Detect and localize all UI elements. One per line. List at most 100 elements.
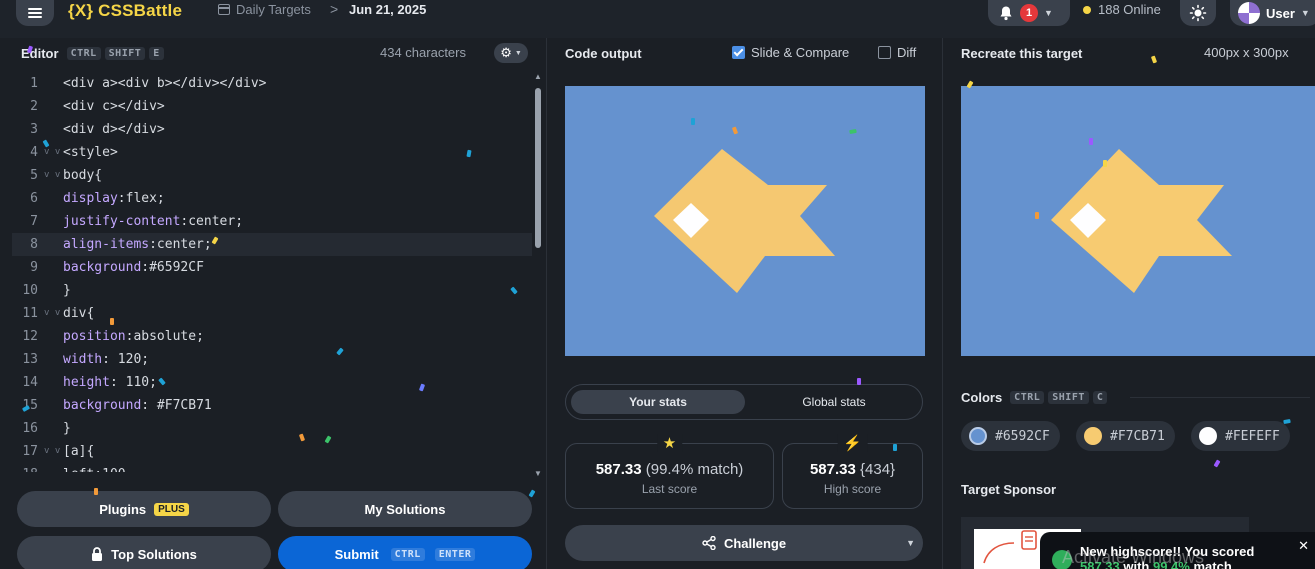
code-line[interactable]: 11 v v div{ <box>12 302 532 325</box>
star-icon: ★ <box>656 434 683 452</box>
editor-scrollbar[interactable]: ▲ ▼ <box>534 72 542 478</box>
theme-toggle-button[interactable] <box>1180 0 1216 26</box>
logo[interactable]: {X} CSSBattle <box>68 1 182 21</box>
my-solutions-button[interactable]: My Solutions <box>278 491 532 527</box>
line-number: 8 <box>30 237 38 252</box>
scroll-up-icon[interactable]: ▲ <box>534 72 542 81</box>
fold-chevron-icon[interactable]: v v <box>38 141 63 164</box>
fold-chevron-icon[interactable]: v v <box>38 164 63 187</box>
lightning-icon: ⚡ <box>837 434 868 452</box>
code-line[interactable]: 16} <box>12 417 532 440</box>
color-chip-2[interactable]: #F7CB71 <box>1076 421 1175 451</box>
chevron-down-icon[interactable]: ▼ <box>906 538 915 548</box>
diff-toggle[interactable]: Diff <box>878 45 916 60</box>
editor-title: Editor <box>21 45 59 61</box>
code-editor[interactable]: 1 <div a><div b></div></div> 2 <div c></div… <box>12 72 532 472</box>
calendar-icon <box>218 4 230 15</box>
confetti-piece <box>1213 459 1221 468</box>
code-line[interactable]: 17 v v [a]{ <box>12 440 532 463</box>
scroll-down-icon[interactable]: ▼ <box>534 469 542 478</box>
code-line[interactable]: 18 left:100 <box>12 463 532 472</box>
confetti-piece <box>1150 55 1158 64</box>
challenge-button[interactable]: Challenge ▼ <box>565 525 923 561</box>
code-line[interactable]: 14 height: 110; <box>12 371 532 394</box>
editor-header: Editor CTRL SHIFT E <box>21 38 164 68</box>
code-output-canvas[interactable] <box>565 86 925 356</box>
code-line[interactable]: 3 <div d></div> <box>12 118 532 141</box>
high-score-label: High score <box>823 482 882 496</box>
target-image[interactable] <box>961 86 1315 356</box>
editor-settings-button[interactable]: ⚙ ▼ <box>494 43 528 63</box>
target-size: 400px x 300px <box>1204 45 1289 60</box>
code-line[interactable]: 9 background:#6592CF <box>12 256 532 279</box>
fold-chevron-icon <box>38 371 63 394</box>
target-title: Recreate this target <box>961 45 1083 61</box>
code-line[interactable]: 13 width: 120; <box>12 348 532 371</box>
shortcut-key: SHIFT <box>1048 390 1089 404</box>
confetti-piece <box>528 489 536 498</box>
line-number: 17 <box>22 444 38 459</box>
online-dot-icon <box>1083 5 1091 14</box>
page-title-date: Jun 21, 2025 <box>349 2 427 17</box>
fold-chevron-icon <box>38 187 63 210</box>
line-number: 10 <box>22 283 38 298</box>
breadcrumb-daily-targets[interactable]: Daily Targets <box>218 2 311 17</box>
chevron-down-icon: ▼ <box>514 49 522 57</box>
code-line[interactable]: 4v v <style> <box>12 141 532 164</box>
code-line[interactable]: 6 display:flex; <box>12 187 532 210</box>
top-solutions-button[interactable]: Top Solutions <box>17 536 271 569</box>
fold-chevron-icon <box>38 279 63 302</box>
shortcut-key: SHIFT <box>104 46 146 60</box>
code-line[interactable]: 12 position:absolute; <box>12 325 532 348</box>
fold-chevron-icon[interactable]: v v <box>38 302 63 325</box>
menu-button[interactable] <box>16 0 54 26</box>
checkbox-checked-icon[interactable] <box>732 46 745 59</box>
high-score-chars: {434} <box>860 461 896 478</box>
notifications-button[interactable]: 1 ▼ <box>988 0 1070 26</box>
user-menu-button[interactable]: User ▼ <box>1230 0 1315 26</box>
panel-divider[interactable] <box>546 38 547 569</box>
plugins-button[interactable]: Plugins PLUS <box>17 491 271 527</box>
line-number: 3 <box>30 122 38 137</box>
code-line[interactable]: 5v v body{ <box>12 164 532 187</box>
target-fish-shape <box>1051 149 1232 293</box>
colors-title: Colors <box>961 389 1003 405</box>
code-line[interactable]: 8 align-items:center; <box>12 233 532 256</box>
color-swatch <box>1199 427 1217 445</box>
color-swatch <box>1084 427 1102 445</box>
fold-chevron-icon <box>38 417 63 440</box>
code-text: } <box>63 283 71 298</box>
color-chip-1[interactable]: #6592CF <box>961 421 1060 451</box>
close-icon[interactable]: ✕ <box>1298 538 1309 554</box>
panel-divider[interactable] <box>942 38 943 569</box>
slide-compare-toggle[interactable]: Slide & Compare <box>732 45 849 60</box>
tab-your-stats[interactable]: Your stats <box>571 390 745 414</box>
fold-chevron-icon[interactable]: v v <box>38 440 63 463</box>
fold-chevron-icon <box>38 256 63 279</box>
output-fish-shape <box>654 149 835 293</box>
code-text: height: 110; <box>63 375 157 390</box>
submit-button[interactable]: Submit CTRL ENTER <box>278 536 532 569</box>
code-text: body{ <box>63 168 103 183</box>
code-line[interactable]: 10} <box>12 279 532 302</box>
fold-chevron-icon <box>38 95 63 118</box>
fold-chevron-icon <box>38 118 63 141</box>
code-text: div{ <box>63 306 95 321</box>
code-line[interactable]: 1 <div a><div b></div></div> <box>12 72 532 95</box>
shortcut-key: CTRL <box>1010 390 1045 404</box>
chevron-down-icon: ▼ <box>1044 8 1053 18</box>
fold-chevron-icon <box>38 210 63 233</box>
online-count: 188 Online <box>1083 2 1161 17</box>
code-line[interactable]: 7 justify-content:center; <box>12 210 532 233</box>
code-line[interactable]: 15 background: #F7CB71 <box>12 394 532 417</box>
fold-chevron-icon <box>38 463 63 472</box>
tab-global-stats[interactable]: Global stats <box>749 390 919 414</box>
checkbox-unchecked-icon[interactable] <box>878 46 891 59</box>
share-icon <box>702 536 716 550</box>
target-header: Recreate this target <box>961 38 1082 68</box>
scrollbar-thumb[interactable] <box>535 88 541 248</box>
last-score-label: Last score <box>641 482 698 496</box>
color-chip-3[interactable]: #FEFEFF <box>1191 421 1290 451</box>
code-text: width: 120; <box>63 352 150 367</box>
code-line[interactable]: 2 <div c></div> <box>12 95 532 118</box>
